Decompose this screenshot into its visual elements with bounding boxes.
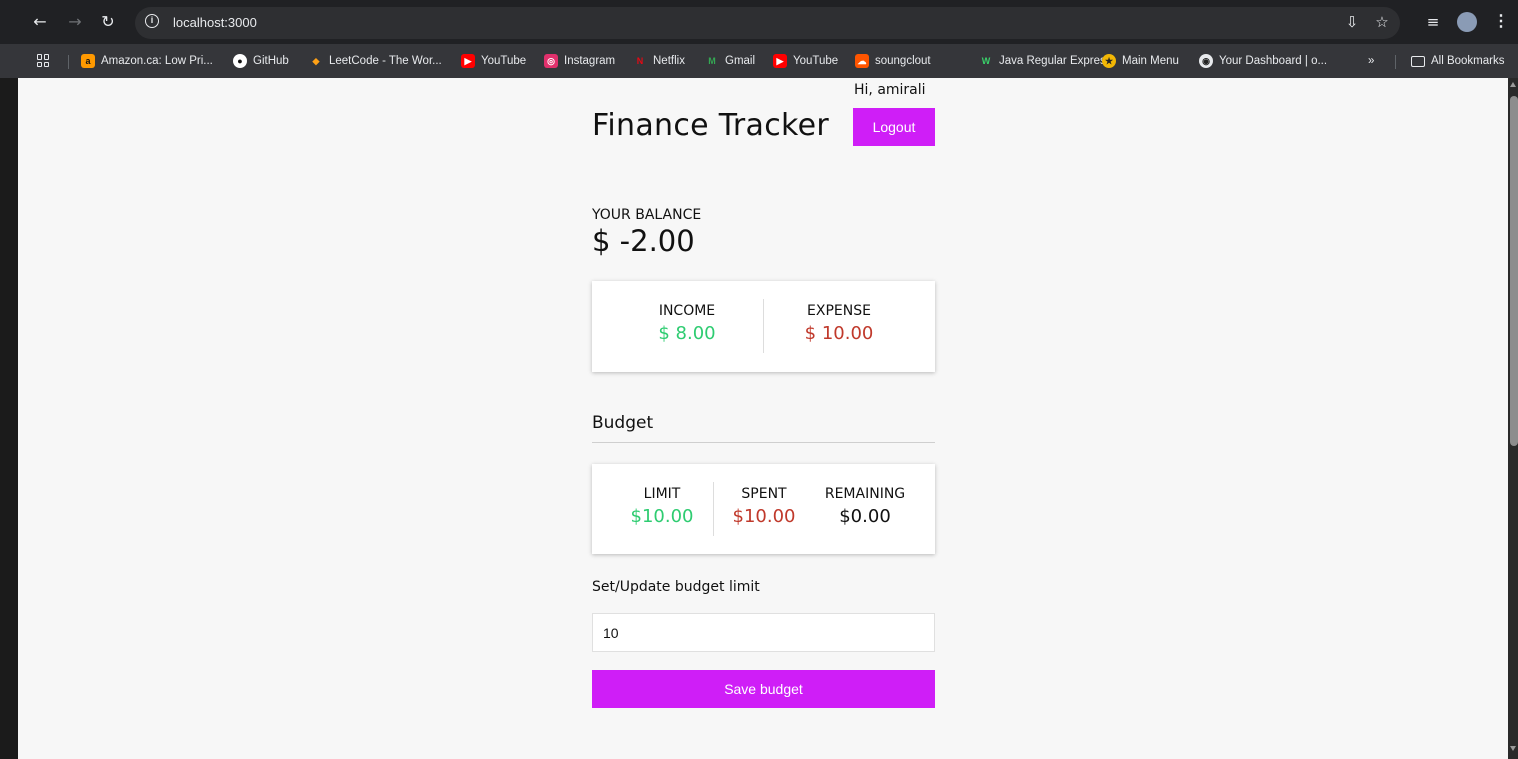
instagram-icon: ◎ [544, 54, 558, 68]
income-expense-card: INCOME $ 8.00 EXPENSE $ 10.00 [592, 281, 935, 372]
gmail-icon: M [708, 56, 716, 66]
bookmark-item[interactable]: ★ Main Menu [1102, 53, 1179, 69]
bookmark-item[interactable]: ☁ soungclout [855, 53, 931, 69]
bookmark-label: Instagram [564, 55, 616, 67]
column-divider [713, 482, 714, 536]
install-app-icon[interactable]: ⇩ [1343, 13, 1361, 31]
bookmark-item[interactable]: ◉ Your Dashboard | o... [1199, 53, 1327, 69]
profile-avatar[interactable] [1457, 12, 1477, 32]
bookmarks-bar: a Amazon.ca: Low Pri... ● GitHub ◆ LeetC… [0, 44, 1518, 78]
apps-grid-icon[interactable] [37, 54, 50, 67]
spent-column: SPENT $10.00 [724, 486, 804, 527]
left-edge-strip [0, 78, 18, 759]
budget-summary-card: LIMIT $10.00 SPENT $10.00 REMAINING $0.0… [592, 464, 935, 554]
bookmark-label: Netflix [653, 55, 685, 67]
remaining-column: REMAINING $0.00 [814, 486, 916, 527]
bookmark-item[interactable]: ▶ YouTube [773, 53, 838, 69]
bookmark-label: YouTube [481, 55, 527, 67]
save-budget-button[interactable]: Save budget [592, 670, 935, 708]
limit-column: LIMIT $10.00 [622, 486, 702, 527]
address-bar[interactable]: i localhost:3000 [135, 7, 1400, 39]
all-bookmarks-label: All Bookmarks [1431, 55, 1505, 67]
media-controls-icon[interactable]: ≡ [1424, 13, 1442, 31]
scroll-down-arrow-icon[interactable] [1510, 746, 1516, 751]
overflow-chevron-icon: » [1368, 55, 1375, 67]
income-label: INCOME [658, 303, 716, 319]
limit-label: LIMIT [643, 486, 681, 502]
browser-toolbar: ← → ↻ i localhost:3000 ⇩ ☆ ≡ ⋮ [0, 0, 1518, 44]
remaining-label: REMAINING [824, 486, 906, 502]
bookmark-label: LeetCode - The Wor... [329, 55, 442, 67]
reload-icon[interactable]: ↻ [97, 11, 119, 33]
bookmark-label: Gmail [725, 55, 756, 67]
limit-value: $10.00 [630, 506, 694, 527]
bookmarks-divider [1395, 55, 1396, 69]
budget-divider [592, 442, 935, 443]
scroll-up-arrow-icon[interactable] [1510, 82, 1516, 87]
bookmark-item[interactable]: ▶ YouTube [461, 53, 526, 69]
spent-value: $10.00 [732, 506, 796, 527]
income-column: INCOME $ 8.00 [630, 303, 744, 344]
column-divider [763, 299, 764, 353]
dashboard-icon: ◉ [1199, 54, 1213, 68]
bookmark-label: Your Dashboard | o... [1219, 55, 1328, 67]
bookmark-item[interactable]: ● GitHub [233, 53, 289, 69]
balance-label: YOUR BALANCE [592, 207, 702, 223]
kebab-menu-icon[interactable]: ⋮ [1493, 12, 1509, 32]
bookmark-item[interactable]: a Amazon.ca: Low Pri... [81, 53, 213, 69]
bookmark-label: soungclout [875, 55, 931, 67]
expense-value: $ 10.00 [804, 323, 874, 344]
bookmark-item[interactable]: M Gmail [705, 53, 755, 69]
bookmark-item[interactable]: W Java Regular Expres... [979, 53, 1116, 69]
bookmark-item[interactable]: ◆ LeetCode - The Wor... [309, 53, 442, 69]
budget-limit-label: Set/Update budget limit [592, 579, 760, 595]
balance-value: $ -2.00 [592, 224, 695, 258]
expense-column: EXPENSE $ 10.00 [782, 303, 896, 344]
w-icon: W [981, 56, 991, 66]
bookmarks-overflow-button[interactable]: » [1368, 53, 1374, 69]
forward-arrow-icon[interactable]: → [64, 11, 86, 33]
bookmark-item[interactable]: ◎ Instagram [544, 53, 615, 69]
url-text[interactable]: localhost:3000 [173, 15, 257, 30]
bookmarks-divider [68, 55, 69, 69]
soundcloud-icon: ☁ [855, 54, 869, 68]
github-icon: ● [233, 54, 247, 68]
all-bookmarks-button[interactable]: All Bookmarks [1411, 53, 1505, 69]
scroll-thumb[interactable] [1510, 96, 1518, 446]
logout-button[interactable]: Logout [853, 108, 935, 146]
back-arrow-icon[interactable]: ← [29, 11, 51, 33]
expense-label: EXPENSE [807, 303, 871, 319]
bookmark-item[interactable]: N Netflix [633, 53, 685, 69]
spent-label: SPENT [741, 486, 787, 502]
bookmark-label: GitHub [253, 55, 289, 67]
bookmark-label: Java Regular Expres... [999, 55, 1116, 67]
page-title: Finance Tracker [592, 108, 830, 143]
income-value: $ 8.00 [658, 323, 716, 344]
site-info-icon[interactable]: i [145, 14, 159, 28]
bookmark-label: Main Menu [1122, 55, 1179, 67]
main-menu-icon: ★ [1102, 54, 1116, 68]
budget-heading: Budget [592, 413, 654, 433]
user-greeting: Hi, amirali [854, 82, 926, 98]
youtube-icon: ▶ [461, 54, 475, 68]
youtube-icon: ▶ [773, 54, 787, 68]
amazon-icon: a [81, 54, 95, 68]
bookmark-label: Amazon.ca: Low Pri... [101, 55, 213, 67]
netflix-icon: N [636, 56, 644, 66]
leetcode-icon: ◆ [312, 56, 320, 66]
folder-icon [1411, 55, 1425, 67]
bookmark-label: YouTube [793, 55, 839, 67]
remaining-value: $0.00 [839, 506, 891, 527]
bookmark-star-icon[interactable]: ☆ [1373, 13, 1391, 31]
budget-limit-input[interactable] [592, 613, 935, 652]
